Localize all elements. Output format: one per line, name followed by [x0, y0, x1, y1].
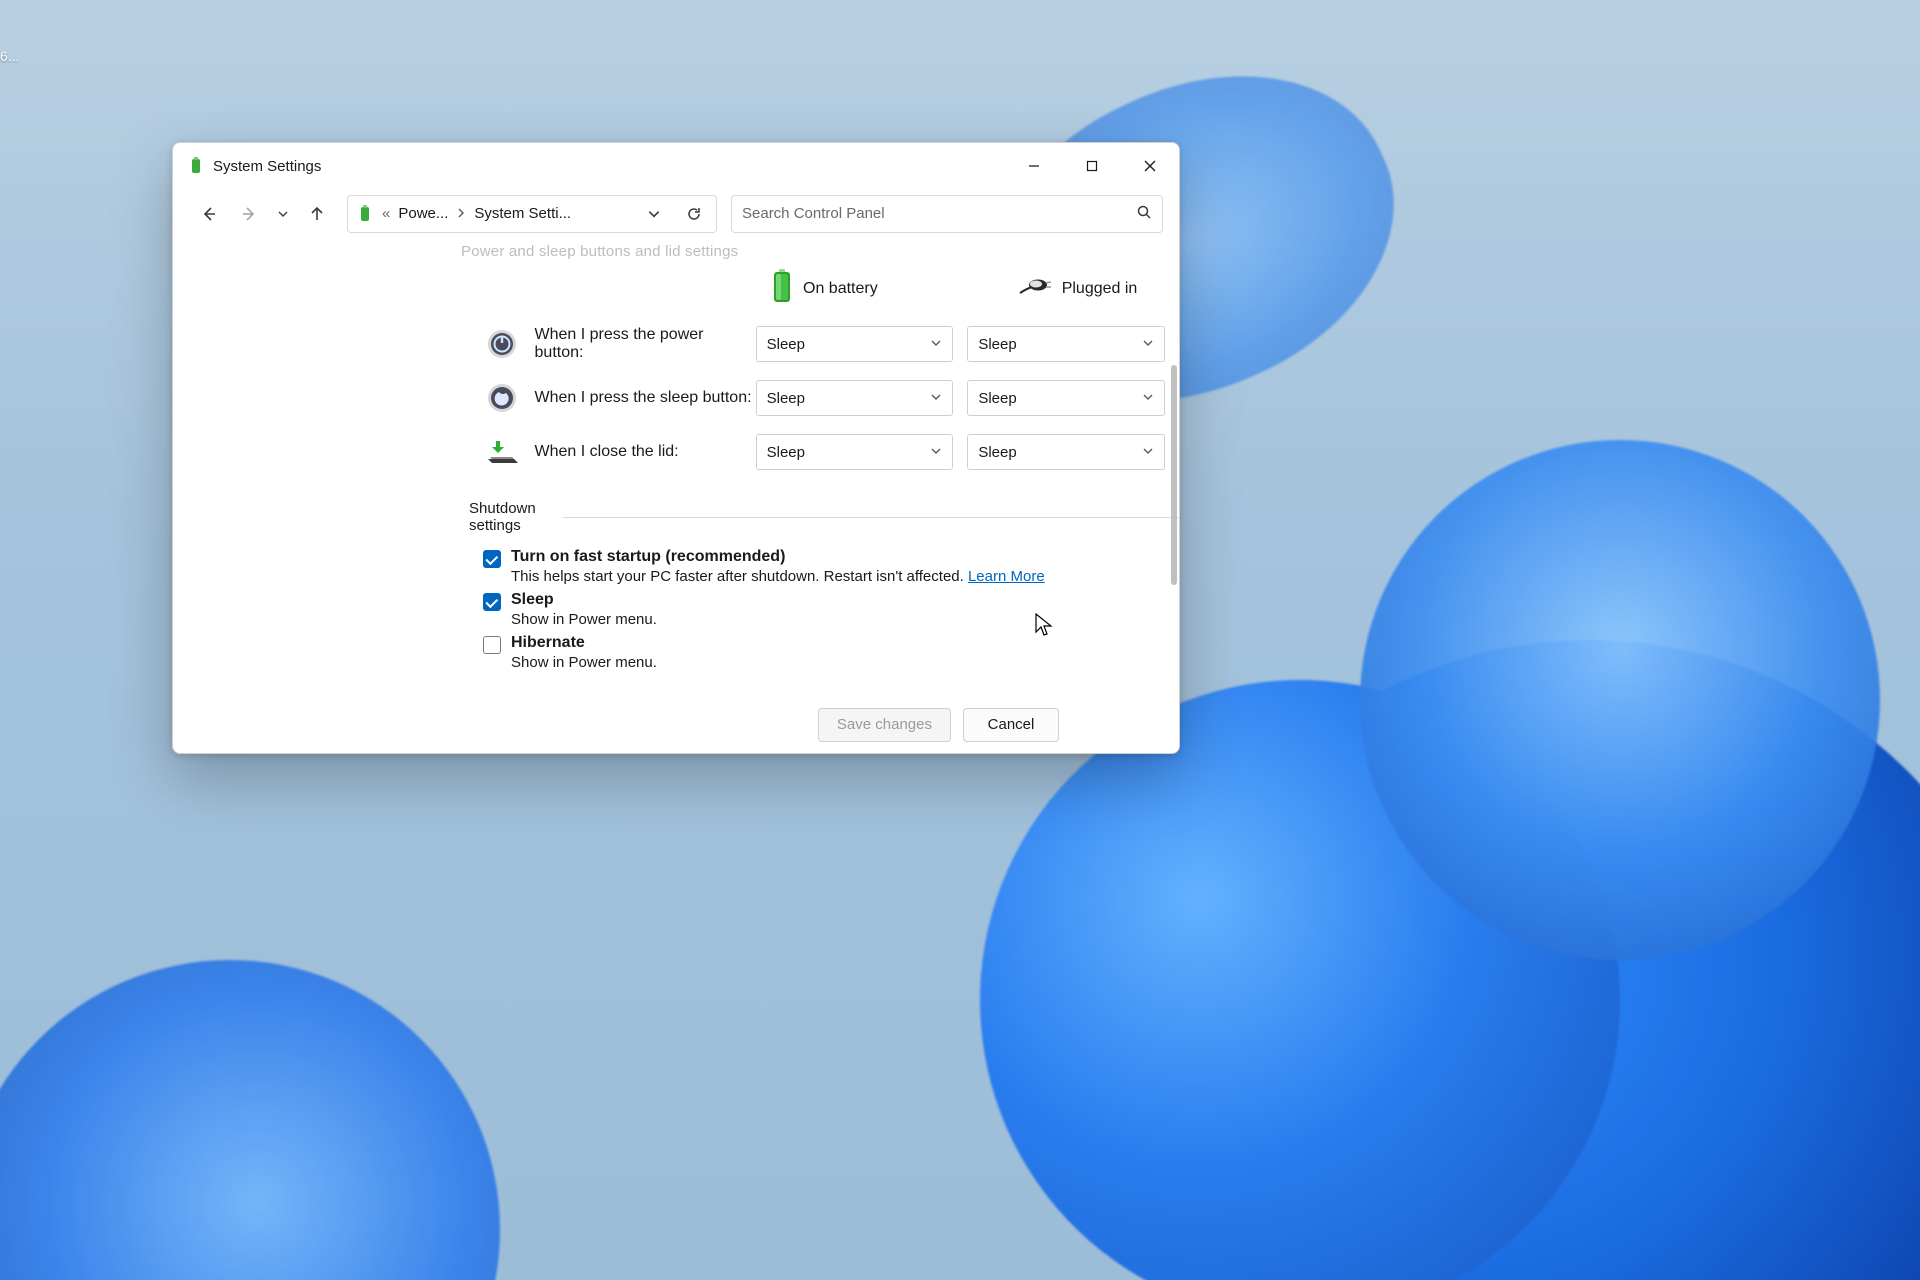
row-close-lid-label: When I close the lid: [535, 443, 756, 461]
chevron-down-icon [1142, 336, 1154, 353]
breadcrumb-root-icon [356, 205, 374, 223]
checkbox-fast-startup[interactable]: Turn on fast startup (recommended) This … [483, 548, 1179, 585]
select-power-button-battery-value: Sleep [767, 336, 805, 353]
row-sleep-button-label: When I press the sleep button: [535, 389, 756, 407]
battery-icon [771, 269, 793, 308]
select-sleep-button-plugged-value: Sleep [978, 390, 1016, 407]
search-input[interactable] [742, 205, 1136, 222]
checkbox-hibernate-box[interactable] [483, 636, 501, 654]
row-sleep-button: When I press the sleep button: Sleep Sle… [173, 380, 1179, 416]
footer: Save changes Cancel [173, 695, 1179, 753]
select-lid-battery-value: Sleep [767, 444, 805, 461]
column-on-battery-label: On battery [803, 280, 878, 298]
nav-history-dropdown[interactable] [271, 196, 295, 232]
desktop-icon-label[interactable]: 6... [0, 48, 19, 64]
nav-forward-button[interactable] [231, 196, 267, 232]
select-power-button-battery[interactable]: Sleep [756, 326, 954, 362]
maximize-button[interactable] [1063, 143, 1121, 189]
columns-header: On battery Plugged in [173, 269, 1179, 308]
checkbox-hibernate-desc: Show in Power menu. [511, 654, 657, 671]
row-power-button: When I press the power button: Sleep Sle… [173, 326, 1179, 362]
select-sleep-button-battery-value: Sleep [767, 390, 805, 407]
breadcrumb-level1[interactable]: Powe... [398, 205, 448, 222]
divider [563, 517, 1179, 518]
system-settings-window: System Settings [172, 142, 1180, 754]
row-close-lid: When I close the lid: Sleep Sleep [173, 434, 1179, 470]
select-power-button-plugged[interactable]: Sleep [967, 326, 1165, 362]
select-sleep-button-battery[interactable]: Sleep [756, 380, 954, 416]
shutdown-settings-heading-label: Shutdown settings [469, 500, 547, 534]
close-lid-icon [483, 437, 521, 467]
power-button-icon [483, 328, 521, 360]
checkbox-fast-startup-title: Turn on fast startup (recommended) [511, 548, 1045, 566]
truncated-section-heading: Power and sleep buttons and lid settings [461, 243, 738, 260]
window-title: System Settings [213, 158, 321, 175]
content-area: Power and sleep buttons and lid settings… [173, 239, 1179, 695]
minimize-button[interactable] [1005, 143, 1063, 189]
close-button[interactable] [1121, 143, 1179, 189]
search-icon [1136, 204, 1152, 224]
address-dropdown-button[interactable] [640, 200, 668, 228]
chevron-down-icon [1142, 444, 1154, 461]
breadcrumb-prefix: « [382, 205, 390, 222]
battery-app-icon [187, 157, 205, 175]
refresh-button[interactable] [680, 200, 708, 228]
select-lid-plugged[interactable]: Sleep [967, 434, 1165, 470]
checkbox-sleep[interactable]: Sleep Show in Power menu. [483, 591, 1179, 628]
select-lid-plugged-value: Sleep [978, 444, 1016, 461]
chevron-down-icon [930, 444, 942, 461]
cancel-button[interactable]: Cancel [963, 708, 1059, 742]
chevron-down-icon [930, 390, 942, 407]
chevron-down-icon [930, 336, 942, 353]
select-lid-battery[interactable]: Sleep [756, 434, 954, 470]
learn-more-link[interactable]: Learn More [968, 568, 1045, 585]
shutdown-settings-heading: Shutdown settings [469, 500, 1179, 534]
checkbox-sleep-desc: Show in Power menu. [511, 611, 657, 628]
checkbox-fast-startup-box[interactable] [483, 550, 501, 568]
address-bar[interactable]: « Powe... System Setti... [347, 195, 717, 233]
checkbox-hibernate-title: Hibernate [511, 634, 657, 652]
row-power-button-label: When I press the power button: [535, 326, 756, 362]
checkbox-sleep-title: Sleep [511, 591, 657, 609]
vertical-scrollbar[interactable] [1171, 245, 1177, 689]
sleep-button-icon [483, 382, 521, 414]
mouse-cursor-icon [1034, 612, 1054, 642]
scrollbar-thumb[interactable] [1171, 365, 1177, 585]
nav-back-button[interactable] [191, 196, 227, 232]
checkbox-sleep-box[interactable] [483, 593, 501, 611]
checkbox-fast-startup-desc: This helps start your PC faster after sh… [511, 568, 968, 585]
nav-up-button[interactable] [299, 196, 335, 232]
select-sleep-button-plugged[interactable]: Sleep [967, 380, 1165, 416]
search-box[interactable] [731, 195, 1163, 233]
save-changes-button[interactable]: Save changes [818, 708, 951, 742]
titlebar[interactable]: System Settings [173, 143, 1179, 189]
navbar: « Powe... System Setti... [173, 189, 1179, 239]
column-plugged-in: Plugged in [1018, 275, 1138, 302]
column-on-battery: On battery [771, 269, 878, 308]
chevron-down-icon [1142, 390, 1154, 407]
breadcrumb-separator-icon [456, 205, 466, 222]
plug-icon [1018, 275, 1052, 302]
column-plugged-in-label: Plugged in [1062, 280, 1138, 298]
checkbox-hibernate[interactable]: Hibernate Show in Power menu. [483, 634, 1179, 671]
breadcrumb-level2[interactable]: System Setti... [474, 205, 571, 222]
select-power-button-plugged-value: Sleep [978, 336, 1016, 353]
